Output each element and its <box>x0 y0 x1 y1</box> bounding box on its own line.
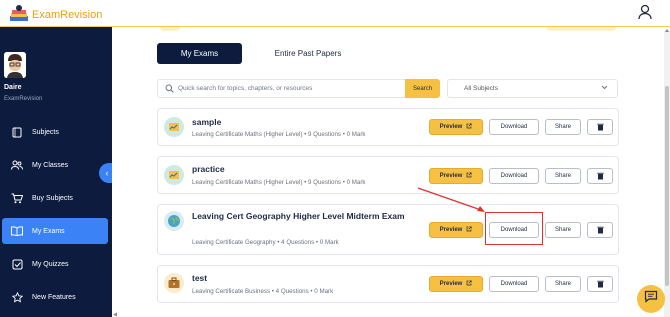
book-icon <box>10 127 24 138</box>
check-square-icon <box>10 259 24 270</box>
chevron-left-icon: ‹ <box>105 168 109 178</box>
chart-thumb-icon <box>164 117 184 137</box>
avatar[interactable] <box>4 52 26 78</box>
preview-button[interactable]: Preview <box>429 119 483 135</box>
search-input[interactable] <box>174 85 405 92</box>
sidebar-item-subjects[interactable]: Subjects <box>2 119 108 145</box>
subject-filter-value: All Subjects <box>464 85 498 92</box>
sidebar-item-new-features[interactable]: New Features <box>2 284 108 310</box>
star-icon <box>10 291 24 303</box>
share-button[interactable]: Share <box>545 119 581 135</box>
trash-icon <box>596 275 604 293</box>
delete-button[interactable] <box>587 276 613 292</box>
chat-button[interactable] <box>637 285 665 313</box>
button-edge-decoration <box>546 27 616 31</box>
sidebar-item-my-classes[interactable]: My Classes <box>2 152 108 178</box>
search-button[interactable]: Search <box>405 79 440 98</box>
sidebar: Daire ExamRevision Subjects My Classes B… <box>0 27 112 317</box>
sidebar-item-label: Subjects <box>32 128 59 136</box>
user-name: Daire <box>4 84 22 91</box>
annotation-arrow-icon <box>417 187 485 212</box>
briefcase-thumb-icon <box>164 273 184 293</box>
download-button[interactable]: Download <box>489 119 539 135</box>
user-profile-icon[interactable] <box>638 4 652 25</box>
exam-meta: Leaving Certificate Maths (Higher Level)… <box>192 179 366 186</box>
globe-thumb-icon <box>164 211 184 231</box>
preview-label: Preview <box>439 124 463 130</box>
exam-card: Leaving Cert Geography Higher Level Midt… <box>157 204 619 255</box>
top-bar: ExamRevision <box>0 0 670 27</box>
sidebar-item-buy-subjects[interactable]: Buy Subjects <box>2 185 108 211</box>
external-link-icon <box>466 123 472 131</box>
tab-entire-past-papers[interactable]: Entire Past Papers <box>262 43 354 64</box>
trash-icon <box>596 118 604 136</box>
card-edge-decoration <box>160 27 180 31</box>
scroll-up-icon[interactable] <box>664 28 670 33</box>
exam-revision-logo-icon[interactable] <box>8 4 30 24</box>
exam-title[interactable]: test <box>192 273 207 284</box>
exam-meta: Leaving Certificate Geography • 4 Questi… <box>192 239 339 246</box>
chart-thumb-icon <box>164 165 184 185</box>
share-button[interactable]: Share <box>545 276 581 292</box>
exam-meta: Leaving Certificate Business • 4 Questio… <box>192 288 334 295</box>
trash-icon <box>596 167 604 185</box>
exam-card: test Leaving Certificate Business • 4 Qu… <box>157 265 619 303</box>
preview-label: Preview <box>439 173 463 179</box>
cart-icon <box>10 193 24 204</box>
tab-my-exams[interactable]: My Exams <box>157 43 242 64</box>
download-button[interactable]: Download <box>489 168 539 184</box>
exam-card: practice Leaving Certificate Maths (High… <box>157 156 619 194</box>
scrollbar-thumb[interactable] <box>665 86 669 286</box>
sidebar-item-label: Buy Subjects <box>32 194 73 202</box>
brand-name[interactable]: ExamRevision <box>32 9 102 21</box>
external-link-icon <box>466 172 472 180</box>
exam-title[interactable]: Leaving Cert Geography Higher Level Midt… <box>192 211 412 222</box>
delete-button[interactable] <box>587 119 613 135</box>
sidebar-item-label: My Exams <box>32 227 65 235</box>
users-icon <box>10 160 24 170</box>
preview-label: Preview <box>439 227 463 233</box>
sidebar-item-my-exams[interactable]: My Exams <box>2 218 108 244</box>
open-book-icon <box>10 226 24 236</box>
user-org: ExamRevision <box>4 96 43 102</box>
download-button[interactable]: Download <box>489 276 539 292</box>
external-link-icon <box>466 226 472 234</box>
search-bar: Search <box>157 79 440 98</box>
download-button[interactable]: Download <box>489 222 539 238</box>
delete-button[interactable] <box>587 168 613 184</box>
exam-title[interactable]: sample <box>192 117 221 128</box>
exam-meta: Leaving Certificate Maths (Higher Level)… <box>192 131 366 138</box>
preview-button[interactable]: Preview <box>429 222 483 238</box>
sidebar-item-label: New Features <box>32 293 76 301</box>
chat-icon <box>644 290 658 308</box>
external-link-icon <box>466 280 472 288</box>
share-button[interactable]: Share <box>545 222 581 238</box>
chevron-down-icon <box>601 85 608 92</box>
sidebar-item-label: My Classes <box>32 161 69 169</box>
sidebar-item-label: My Quizzes <box>32 260 69 268</box>
share-button[interactable]: Share <box>545 168 581 184</box>
preview-label: Preview <box>439 281 463 287</box>
delete-button[interactable] <box>587 222 613 238</box>
scroll-left-icon[interactable] <box>112 312 118 317</box>
exam-title[interactable]: practice <box>192 164 225 175</box>
preview-button[interactable]: Preview <box>429 168 483 184</box>
search-icon <box>165 84 174 93</box>
exam-card: sample Leaving Certificate Maths (Higher… <box>157 108 619 146</box>
subject-filter-select[interactable]: All Subjects <box>447 79 618 98</box>
sidebar-item-my-quizzes[interactable]: My Quizzes <box>2 251 108 277</box>
trash-icon <box>596 221 604 239</box>
preview-button[interactable]: Preview <box>429 276 483 292</box>
